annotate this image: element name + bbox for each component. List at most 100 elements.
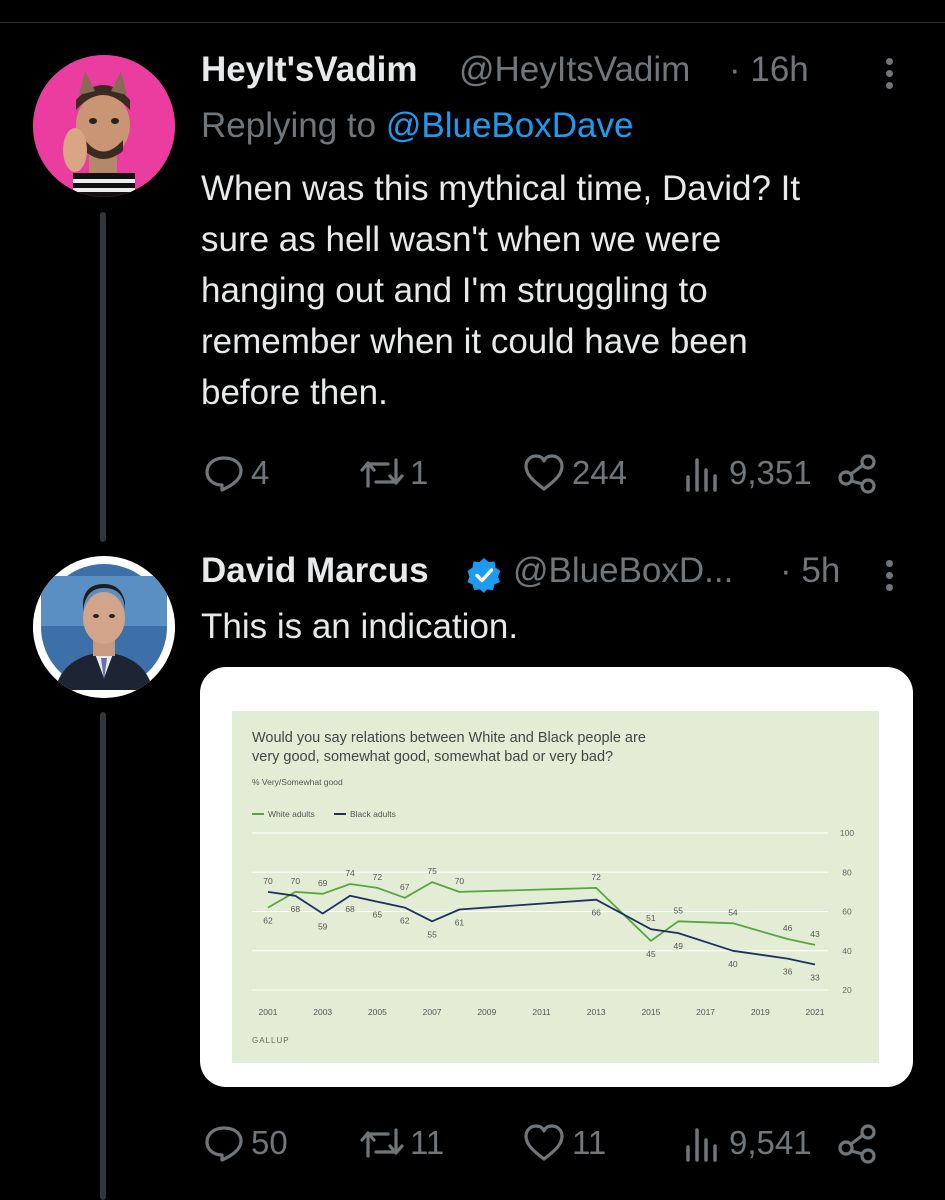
views-count: 9,351 (729, 454, 812, 491)
repost-button[interactable]: 11 (356, 1118, 444, 1168)
data-label: 59 (318, 921, 328, 931)
handle[interactable]: @HeyItsVadim (459, 50, 690, 90)
tweet-text-line: remember when it could have been (201, 322, 748, 361)
top-divider (0, 22, 945, 23)
repost-button[interactable]: 1 (356, 448, 428, 498)
repost-count: 1 (410, 454, 429, 491)
data-label: 36 (783, 967, 793, 977)
like-button[interactable]: 244 (522, 448, 627, 498)
tweet-actions: 50 11 11 9,541 (0, 1118, 945, 1168)
avatar-david-image (33, 556, 175, 698)
data-label: 68 (291, 904, 301, 914)
views-count: 9,541 (729, 1124, 812, 1161)
data-label: 43 (810, 929, 820, 939)
repost-arrows-icon (360, 458, 404, 488)
tweet-text: This is an indication. (201, 607, 519, 646)
reply-button[interactable]: 50 (203, 1118, 288, 1168)
thread-line (100, 212, 106, 542)
tweet-text-line: When was this mythical time, David? It (201, 169, 801, 208)
speech-bubble-icon (205, 1126, 243, 1162)
data-label: 68 (345, 904, 355, 914)
bar-chart-icon (686, 1128, 717, 1162)
data-label: 51 (646, 913, 656, 923)
chart-image-card[interactable]: Would you say relations between White an… (200, 667, 913, 1087)
verified-badge-icon (467, 558, 501, 593)
display-name[interactable]: HeyIt'sVadim (201, 50, 417, 90)
data-label: 49 (674, 941, 684, 951)
thread-line (100, 712, 106, 1200)
x-tick-label: 2009 (477, 1007, 496, 1017)
x-tick-label: 2013 (587, 1007, 606, 1017)
data-label: 55 (674, 905, 684, 915)
data-label: 61 (455, 918, 465, 928)
reply-count: 4 (251, 454, 270, 491)
x-tick-label: 2021 (806, 1007, 825, 1017)
reply-button[interactable]: 4 (203, 448, 269, 498)
data-label: 62 (400, 916, 410, 926)
data-label: 72 (373, 872, 383, 882)
x-tick-label: 2019 (751, 1007, 770, 1017)
data-label: 70 (455, 876, 465, 886)
data-label: 75 (427, 866, 437, 876)
data-label: 66 (591, 908, 601, 918)
x-tick-label: 2015 (641, 1007, 660, 1017)
tweet-text-line: sure as hell wasn't when we were (201, 220, 722, 259)
tweet-text: When was this mythical time, David? It s… (201, 163, 800, 418)
avatar-vadim-image (33, 55, 175, 197)
avatar-david[interactable] (33, 556, 175, 698)
data-label: 67 (400, 882, 410, 892)
data-label: 70 (291, 876, 301, 886)
like-count: 244 (572, 454, 628, 491)
timestamp[interactable]: · 5h (780, 551, 840, 591)
legend-label: White adults (268, 809, 315, 819)
replying-to-link[interactable]: @BlueBoxDave (386, 106, 634, 145)
views-button[interactable]: 9,351 (683, 448, 812, 498)
data-label: 54 (728, 907, 738, 917)
share-nodes-icon (838, 1124, 876, 1164)
x-tick-label: 2017 (696, 1007, 715, 1017)
display-name[interactable]: David Marcus (201, 551, 429, 591)
x-tick-label: 2007 (423, 1007, 442, 1017)
share-nodes-icon (838, 454, 876, 494)
replying-to: Replying to @BlueBoxDave (201, 106, 633, 146)
bar-chart-icon (686, 458, 717, 492)
y-tick-label: 80 (842, 867, 852, 877)
more-options-icon[interactable] (886, 560, 896, 596)
legend-label: Black adults (350, 809, 396, 819)
x-tick-label: 2003 (313, 1007, 332, 1017)
share-button[interactable] (836, 1118, 880, 1168)
data-label: 69 (318, 878, 328, 888)
tweet-text-line: hanging out and I'm struggling to (201, 271, 708, 310)
heart-icon (524, 1124, 564, 1161)
chart-title: very good, somewhat good, somewhat bad o… (252, 749, 613, 765)
data-label: 65 (373, 910, 383, 920)
y-tick-label: 60 (842, 907, 852, 917)
chart-source: GALLUP (252, 1036, 290, 1045)
series-line (267, 891, 816, 966)
data-label: 33 (810, 972, 820, 982)
data-label: 62 (263, 916, 273, 926)
y-tick-label: 100 (840, 828, 854, 838)
handle[interactable]: @BlueBoxD... (513, 551, 733, 591)
repost-count: 11 (410, 1124, 445, 1161)
more-options-icon[interactable] (886, 58, 896, 94)
timestamp[interactable]: · 16h (729, 50, 809, 90)
data-label: 72 (591, 872, 601, 882)
repost-arrows-icon (360, 1128, 404, 1158)
tweet-text-line: before then. (201, 373, 388, 412)
share-button[interactable] (836, 448, 880, 498)
like-button[interactable]: 11 (522, 1118, 606, 1168)
replying-prefix: Replying to (201, 106, 377, 145)
avatar-vadim[interactable] (33, 55, 175, 197)
y-tick-label: 20 (842, 985, 852, 995)
gallup-line-chart: Would you say relations between White an… (252, 730, 854, 1045)
views-button[interactable]: 9,541 (683, 1118, 812, 1168)
x-tick-label: 2011 (532, 1007, 551, 1017)
data-label: 55 (427, 929, 437, 939)
reply-count: 50 (251, 1124, 288, 1161)
data-label: 46 (783, 923, 793, 933)
data-label: 70 (263, 876, 273, 886)
tweet-actions: 4 1 244 9,351 (0, 448, 945, 498)
y-tick-label: 40 (842, 946, 852, 956)
data-label: 40 (728, 959, 738, 969)
